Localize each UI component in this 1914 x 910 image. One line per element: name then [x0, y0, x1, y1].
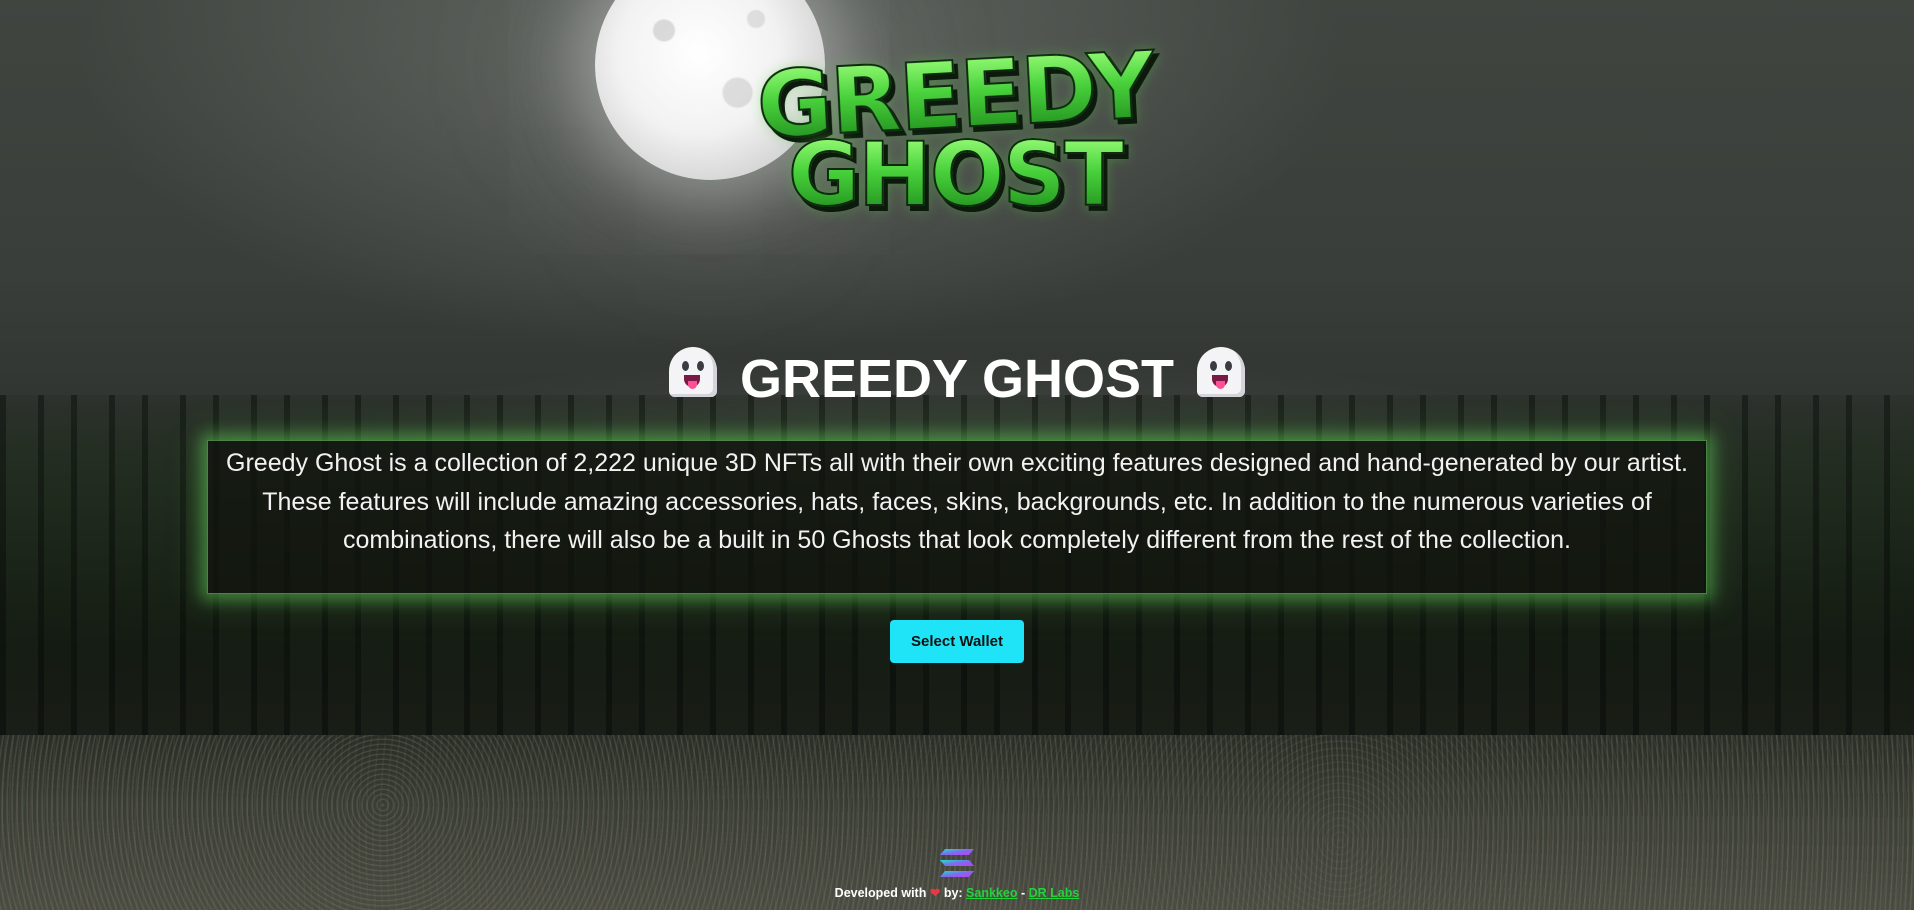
- grass-field: [0, 735, 1914, 910]
- collection-description: Greedy Ghost is a collection of 2,222 un…: [207, 440, 1707, 594]
- footer-credits: Developed with ❤ by: Sankkeo - DR Labs: [0, 885, 1914, 903]
- heart-icon: ❤: [929, 886, 941, 900]
- ghost-icon: [667, 345, 719, 401]
- page-title-text: GREEDY GHOST: [739, 348, 1175, 409]
- ghost-icon: [1195, 345, 1247, 401]
- footer-by: by:: [943, 886, 963, 900]
- logo-line-2: GHOST: [735, 130, 1175, 220]
- developer-link-dr-labs[interactable]: DR Labs: [1029, 886, 1080, 900]
- solana-logo-icon: [940, 849, 974, 877]
- footer-separator: -: [1020, 886, 1026, 900]
- developer-link-sankkeo[interactable]: Sankkeo: [966, 886, 1017, 900]
- footer-prefix: Developed with: [834, 886, 927, 900]
- page-title: GREEDY GHOST: [0, 340, 1914, 410]
- greedy-ghost-logo: GREEDY GHOST: [735, 31, 1175, 237]
- select-wallet-button[interactable]: Select Wallet: [890, 620, 1024, 663]
